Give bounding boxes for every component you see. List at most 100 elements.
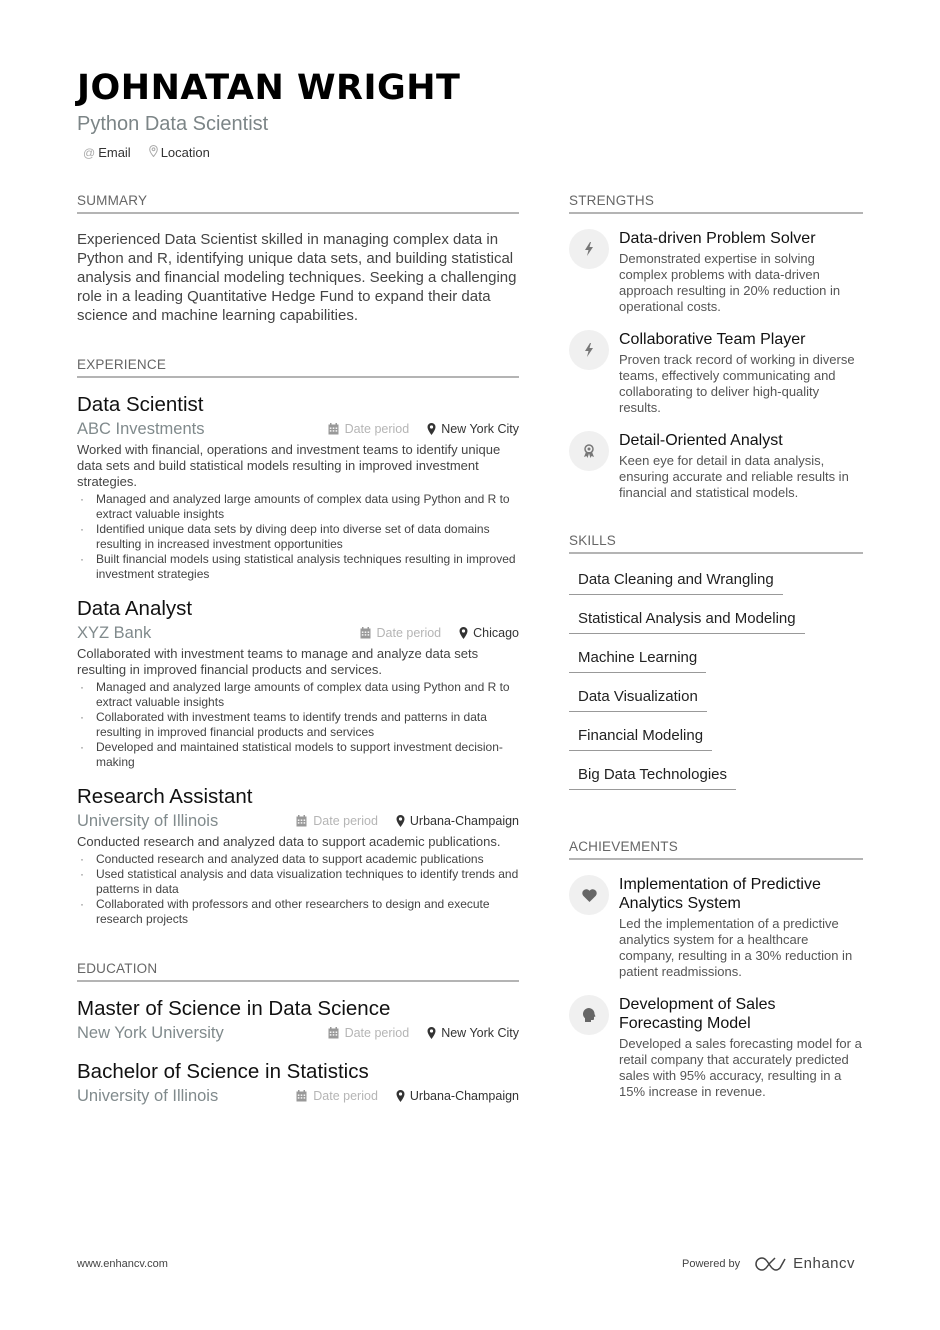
job-bullet: Managed and analyzed large amounts of co… — [77, 492, 519, 522]
strength-item: Detail-Oriented Analyst Keen eye for det… — [569, 431, 863, 501]
education-location: New York City — [427, 1026, 519, 1040]
skills-list: Data Cleaning and Wrangling Statistical … — [569, 564, 863, 798]
strengths-heading: STRENGTHS — [569, 193, 863, 214]
education-date: Date period — [328, 1026, 409, 1040]
strength-title: Data-driven Problem Solver — [619, 230, 816, 247]
job-date: Date period — [328, 422, 410, 436]
job-bullet: Collaborated with investment teams to id… — [77, 710, 519, 740]
skill-tag: Financial Modeling — [569, 720, 713, 751]
experience-section: EXPERIENCE Data Scientist ABC Investment… — [77, 357, 519, 927]
job-role: Research Assistant — [77, 785, 253, 808]
location-pin-icon — [427, 423, 436, 435]
experience-item: Research Assistant University of Illinoi… — [77, 784, 519, 927]
job-company: XYZ Bank — [77, 624, 152, 642]
job-date-label: Date period — [344, 422, 410, 436]
skill-tag: Statistical Analysis and Modeling — [569, 603, 805, 634]
page-footer: www.enhancv.com Powered by Enhancv — [77, 1255, 855, 1272]
job-bullets: Conducted research and analyzed data to … — [77, 852, 519, 927]
job-role: Data Scientist — [77, 393, 204, 416]
strength-item: Data-driven Problem Solver Demonstrated … — [569, 229, 863, 315]
location-pin-icon — [396, 815, 405, 827]
right-column: STRENGTHS Data-driven Problem Solver Dem… — [569, 193, 863, 1100]
contact-email[interactable]: @ Email — [83, 145, 131, 160]
summary-text: Experienced Data Scientist skilled in ma… — [77, 231, 517, 324]
summary-heading: SUMMARY — [77, 193, 519, 214]
at-icon: @ — [83, 145, 96, 160]
job-date: Date period — [296, 814, 378, 828]
job-date-label: Date period — [313, 814, 378, 828]
calendar-icon — [296, 815, 307, 827]
enhancv-logo[interactable]: Enhancv — [755, 1255, 855, 1272]
job-meta: XYZ Bank Date period Chicago — [77, 623, 519, 643]
degree-title: Master of Science in Data Science — [77, 997, 391, 1020]
candidate-title: Python Data Scientist — [77, 113, 269, 135]
job-bullet: Managed and analyzed large amounts of co… — [77, 680, 519, 710]
strength-title: Collaborative Team Player — [619, 331, 806, 348]
achievement-description: Developed a sales forecasting model for … — [619, 1036, 862, 1099]
job-location: New York City — [427, 422, 519, 436]
job-location: Urbana-Champaign — [396, 814, 519, 828]
job-date-label: Date period — [376, 626, 442, 640]
summary-section: SUMMARY Experienced Data Scientist skill… — [77, 193, 519, 325]
award-ribbon-icon — [569, 431, 609, 471]
achievements-heading: ACHIEVEMENTS — [569, 839, 863, 860]
job-bullets: Managed and analyzed large amounts of co… — [77, 680, 519, 770]
education-section: EDUCATION Master of Science in Data Scie… — [77, 961, 519, 1106]
experience-item: Data Scientist ABC Investments Date peri… — [77, 392, 519, 582]
location-pin-icon — [148, 144, 158, 160]
education-location-label: New York City — [441, 1026, 519, 1040]
education-meta: University of Illinois Date period Urban… — [77, 1086, 519, 1106]
skills-section: SKILLS Data Cleaning and Wrangling Stati… — [569, 533, 863, 798]
degree-title: Bachelor of Science in Statistics — [77, 1060, 369, 1083]
job-meta: ABC Investments Date period New York Cit… — [77, 419, 519, 439]
job-bullet: Used statistical analysis and data visua… — [77, 867, 519, 897]
job-company: ABC Investments — [77, 420, 205, 438]
powered-by: Powered by Enhancv — [682, 1255, 855, 1272]
strength-description: Proven track record of working in divers… — [619, 352, 855, 415]
job-bullet: Identified unique data sets by diving de… — [77, 522, 519, 552]
achievement-title: Development of Sales Forecasting Model — [619, 996, 776, 1032]
powered-by-label: Powered by — [682, 1257, 741, 1270]
contact-location-label: Location — [160, 145, 210, 160]
achievement-item: Implementation of Predictive Analytics S… — [569, 875, 863, 980]
strength-title: Detail-Oriented Analyst — [619, 432, 783, 449]
calendar-icon — [360, 627, 370, 639]
contact-location[interactable]: Location — [148, 144, 210, 160]
contact-list: @ Email Location — [77, 144, 877, 160]
location-pin-icon — [427, 1027, 436, 1039]
skill-tag: Machine Learning — [569, 642, 707, 673]
lightning-bolt-icon — [569, 229, 609, 269]
education-location-label: Urbana-Champaign — [409, 1089, 519, 1103]
experience-heading: EXPERIENCE — [77, 357, 519, 378]
strength-description: Keen eye for detail in data analysis, en… — [619, 453, 849, 500]
achievement-item: Development of Sales Forecasting Model D… — [569, 995, 863, 1100]
job-description: Worked with financial, operations and in… — [77, 442, 501, 489]
location-pin-icon — [459, 627, 468, 639]
location-pin-icon — [396, 1090, 405, 1102]
strength-description: Demonstrated expertise in solving comple… — [619, 251, 841, 314]
education-date-label: Date period — [313, 1089, 378, 1103]
job-description: Collaborated with investment teams to ma… — [77, 646, 479, 677]
school-name: New York University — [77, 1024, 224, 1042]
website-link[interactable]: www.enhancv.com — [77, 1258, 168, 1270]
job-bullet: Conducted research and analyzed data to … — [77, 852, 519, 867]
job-bullet: Collaborated with professors and other r… — [77, 897, 519, 927]
calendar-icon — [328, 1027, 339, 1039]
candidate-name: JOHNATAN WRIGHT — [77, 68, 461, 108]
brand-name: Enhancv — [793, 1255, 855, 1272]
job-bullets: Managed and analyzed large amounts of co… — [77, 492, 519, 582]
heart-icon — [569, 875, 609, 915]
achievement-title: Implementation of Predictive Analytics S… — [619, 876, 821, 912]
education-location: Urbana-Champaign — [396, 1089, 519, 1103]
education-item: Master of Science in Data Science New Yo… — [77, 996, 519, 1043]
skill-tag: Big Data Technologies — [569, 759, 736, 790]
school-name: University of Illinois — [77, 1087, 219, 1105]
brain-head-icon — [569, 995, 609, 1035]
experience-item: Data Analyst XYZ Bank Date period Chicag… — [77, 596, 519, 770]
job-location-label: Chicago — [473, 626, 519, 640]
job-description: Conducted research and analyzed data to … — [77, 834, 501, 849]
infinity-logo-icon — [755, 1256, 786, 1271]
strength-item: Collaborative Team Player Proven track r… — [569, 330, 863, 416]
skill-tag: Data Cleaning and Wrangling — [569, 564, 783, 595]
job-bullet: Built financial models using statistical… — [77, 552, 519, 582]
